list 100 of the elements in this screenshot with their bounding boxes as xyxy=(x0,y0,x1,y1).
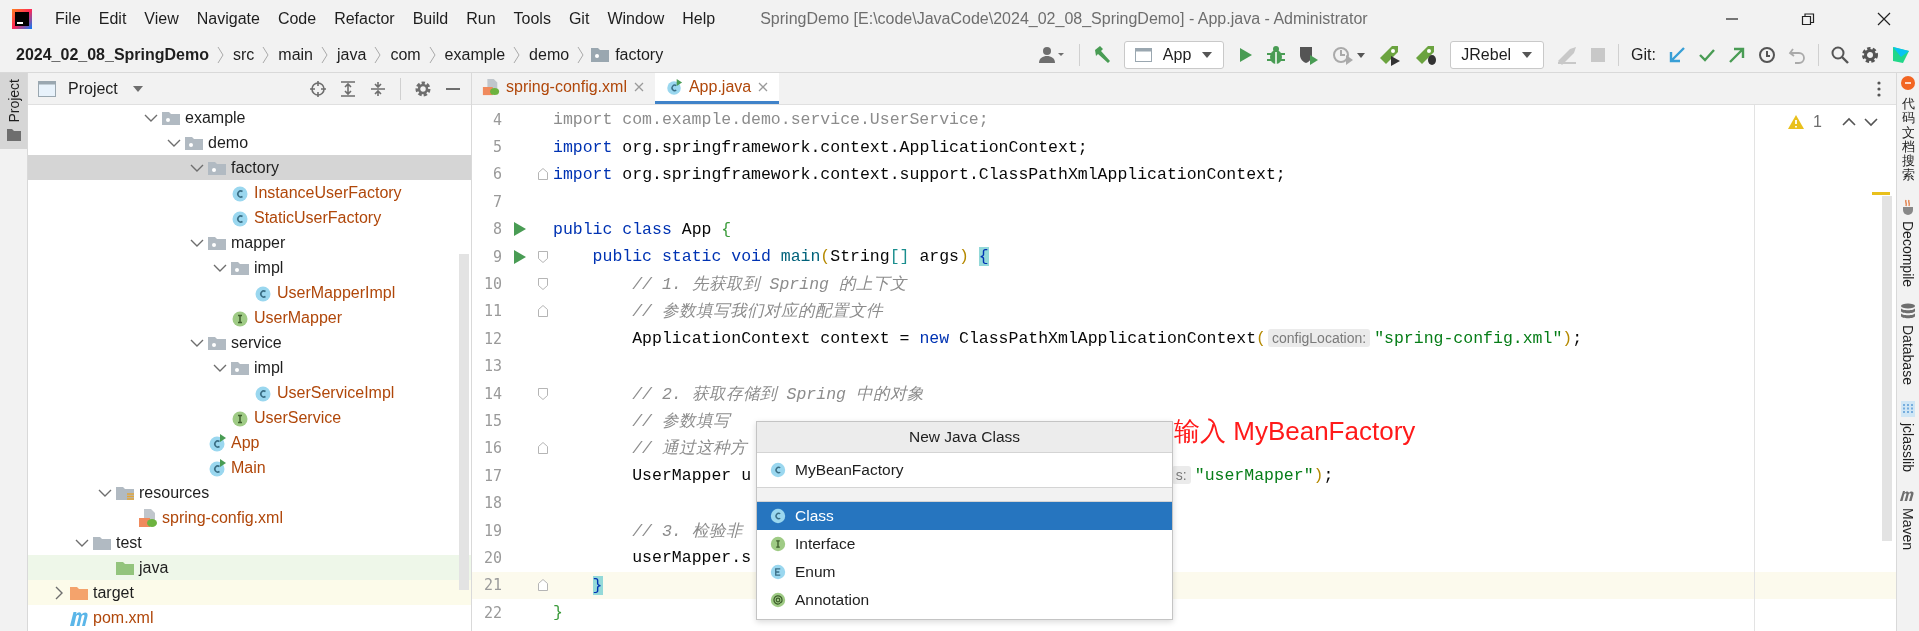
tree-row[interactable]: example xyxy=(28,105,471,130)
chevron-right-icon[interactable] xyxy=(53,585,64,600)
arrow-up-right-icon[interactable] xyxy=(1728,45,1746,64)
tree-row[interactable]: test xyxy=(28,530,471,555)
user-icon[interactable] xyxy=(1038,45,1067,64)
warning-count[interactable]: 1 xyxy=(1813,113,1822,131)
breadcrumb[interactable]: src xyxy=(227,45,261,64)
breadcrumb[interactable]: 2024_02_08_SpringDemo xyxy=(16,45,215,64)
jrebel-dropdown[interactable]: JRebel xyxy=(1450,40,1545,69)
panel-title[interactable]: Project xyxy=(68,79,118,98)
run-icon[interactable] xyxy=(513,248,527,265)
tree-row[interactable]: pom.xml xyxy=(28,605,471,630)
tree-row[interactable]: java xyxy=(28,555,471,580)
kind-option[interactable]: Enum xyxy=(757,558,1172,586)
tree-row[interactable]: UserMapper xyxy=(28,305,471,330)
tree-row[interactable]: target xyxy=(28,580,471,605)
search-icon[interactable] xyxy=(1831,45,1849,64)
bug-icon[interactable] xyxy=(1266,44,1287,65)
expand-all-icon[interactable] xyxy=(340,80,356,97)
tree-row[interactable]: impl xyxy=(28,355,471,380)
fold-marker-icon[interactable] xyxy=(538,442,548,455)
tree-row[interactable]: demo xyxy=(28,130,471,155)
menu-item[interactable]: Git xyxy=(559,9,599,28)
chevron-down-icon[interactable] xyxy=(97,487,112,498)
chevron-down-icon[interactable] xyxy=(189,237,204,248)
profiler-icon[interactable] xyxy=(1332,44,1367,65)
tool-window-tab[interactable]: 代码文档搜索 xyxy=(1900,75,1916,183)
crosshair-icon[interactable] xyxy=(310,80,326,97)
menu-item[interactable]: File xyxy=(46,9,90,28)
tool-window-tab[interactable]: Maven xyxy=(1899,487,1917,550)
fold-marker-icon[interactable] xyxy=(538,579,548,592)
settings-icon[interactable] xyxy=(415,80,431,97)
menu-item[interactable]: Run xyxy=(457,9,505,28)
kind-option[interactable]: Interface xyxy=(757,530,1172,558)
menu-item[interactable]: Navigate xyxy=(187,9,269,28)
tree-row[interactable]: UserServiceImpl xyxy=(28,380,471,405)
project-side-tab[interactable]: Project xyxy=(0,73,27,149)
tree-row[interactable]: InstanceUserFactory xyxy=(28,180,471,205)
chevron-down-icon[interactable] xyxy=(74,537,89,548)
code-line: import com.example.demo.service.UserService; xyxy=(553,110,989,130)
rocket-debug-icon[interactable] xyxy=(1414,43,1439,66)
breadcrumb[interactable]: main xyxy=(272,45,319,64)
tree-row[interactable]: App xyxy=(28,430,471,455)
tool-window-tab[interactable]: Database xyxy=(1900,302,1916,385)
fold-marker-icon[interactable] xyxy=(538,387,548,400)
chevron-up-icon[interactable] xyxy=(1842,117,1856,127)
more-options-icon[interactable] xyxy=(1876,80,1882,98)
tree-row[interactable]: resources xyxy=(28,480,471,505)
menu-item[interactable]: Refactor xyxy=(325,9,404,28)
tree-row[interactable]: StaticUserFactory xyxy=(28,205,471,230)
fold-marker-icon[interactable] xyxy=(538,305,548,318)
menu-item[interactable]: Code xyxy=(268,9,326,28)
history-icon[interactable] xyxy=(1758,45,1776,64)
warning-marker[interactable] xyxy=(1872,192,1890,195)
tree-row[interactable]: UserService xyxy=(28,405,471,430)
code-line: // 参数填写 xyxy=(631,412,730,431)
chevron-down-icon[interactable] xyxy=(1864,117,1878,127)
kind-option[interactable]: Annotation xyxy=(757,586,1172,614)
editor-tab[interactable]: App.java xyxy=(654,73,780,104)
scrollbar[interactable] xyxy=(1882,196,1892,541)
tree-row[interactable]: service xyxy=(28,330,471,355)
chevron-down-icon[interactable] xyxy=(212,262,227,273)
chevron-down-icon[interactable] xyxy=(143,112,158,123)
editor-tab[interactable]: spring-config.xml xyxy=(472,73,655,104)
breadcrumb[interactable]: demo xyxy=(523,45,576,64)
tool-window-tab[interactable]: jclasslib xyxy=(1900,400,1916,472)
chevron-down-icon[interactable] xyxy=(212,362,227,373)
tool-window-tab[interactable]: Decompile xyxy=(1900,198,1916,287)
breadcrumb[interactable]: example xyxy=(438,45,512,64)
run-config-dropdown[interactable]: App xyxy=(1123,40,1225,69)
breadcrumb[interactable]: factory xyxy=(609,45,670,64)
chevron-down-icon[interactable] xyxy=(189,162,204,173)
tree-row[interactable]: Main xyxy=(28,455,471,480)
tree-row[interactable]: spring-config.xml xyxy=(28,505,471,530)
menu-item[interactable]: Window xyxy=(598,9,674,28)
breadcrumb[interactable]: com xyxy=(384,45,427,64)
restore-icon[interactable] xyxy=(1801,11,1815,26)
kind-option[interactable]: Class xyxy=(757,502,1172,530)
menu-item[interactable]: View xyxy=(135,9,188,28)
menu-item[interactable]: Build xyxy=(403,9,458,28)
scrollbar[interactable] xyxy=(459,254,469,590)
breadcrumb[interactable]: java xyxy=(331,45,373,64)
fold-marker-icon[interactable] xyxy=(538,278,548,291)
chevron-down-icon[interactable] xyxy=(166,137,181,148)
collapse-all-icon[interactable] xyxy=(370,80,386,97)
tree-row[interactable]: UserMapperImpl xyxy=(28,280,471,305)
chevron-down-icon[interactable] xyxy=(189,337,204,348)
arrow-down-left-icon[interactable] xyxy=(1668,45,1686,64)
fold-marker-icon[interactable] xyxy=(538,168,548,181)
tree-row[interactable]: mapper xyxy=(28,230,471,255)
run-icon[interactable] xyxy=(513,221,527,238)
menu-item[interactable]: Tools xyxy=(504,9,560,28)
tree-row[interactable]: factory xyxy=(28,155,471,180)
caret-icon[interactable] xyxy=(131,84,144,93)
menu-item[interactable]: Edit xyxy=(89,9,136,28)
fold-marker-icon[interactable] xyxy=(538,250,548,263)
close-icon[interactable] xyxy=(1877,11,1891,26)
menu-item[interactable]: Help xyxy=(673,9,725,28)
settings-icon[interactable] xyxy=(1861,45,1879,64)
tree-row[interactable]: impl xyxy=(28,255,471,280)
